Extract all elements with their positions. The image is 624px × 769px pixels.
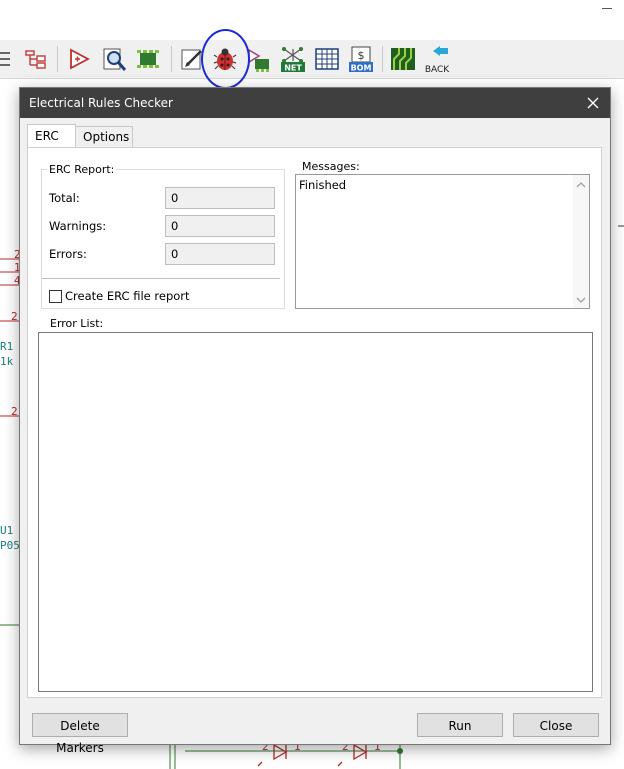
error-list[interactable] xyxy=(38,332,593,692)
svg-text:BOM: BOM xyxy=(351,64,372,73)
close-icon[interactable] xyxy=(582,92,604,114)
create-erc-file-checkbox[interactable] xyxy=(49,290,62,303)
minimize-mark xyxy=(602,8,612,9)
group-divider xyxy=(42,278,280,279)
delete-markers-button[interactable]: Delete Markers xyxy=(32,713,128,755)
chevron-down-icon[interactable] xyxy=(576,294,586,304)
tab-options[interactable]: Options xyxy=(75,126,133,148)
schematic-ref-label: R1 xyxy=(0,340,14,353)
close-button[interactable]: Close xyxy=(513,713,599,737)
errors-field: 0 xyxy=(165,243,275,265)
pcb-icon[interactable] xyxy=(389,45,417,73)
create-erc-file-label[interactable]: Create ERC file report xyxy=(65,289,190,303)
back-icon[interactable]: BACK xyxy=(423,45,451,75)
erc-dialog: Electrical Rules Checker ERC Options ERC… xyxy=(19,87,611,755)
schematic-value-label: 1k xyxy=(0,355,14,368)
bom-icon[interactable]: $ BOM xyxy=(347,45,375,73)
schematic-ref-label: U1 xyxy=(0,524,14,537)
total-label: Total: xyxy=(49,191,80,205)
toolbar-separator xyxy=(382,46,383,72)
total-field: 0 xyxy=(165,187,275,209)
dialog-title: Electrical Rules Checker xyxy=(29,96,173,110)
netlist-icon[interactable]: NET xyxy=(279,45,307,73)
errors-label: Errors: xyxy=(49,247,87,261)
main-toolbar: NET $ BOM BACK xyxy=(0,40,624,79)
messages-text: Finished xyxy=(299,178,347,192)
inspect-icon[interactable] xyxy=(100,45,128,73)
svg-text:BACK: BACK xyxy=(425,65,450,75)
dialog-titlebar[interactable]: Electrical Rules Checker xyxy=(20,88,610,118)
messages-scrollbar[interactable] xyxy=(573,175,589,308)
list-icon[interactable] xyxy=(0,45,22,73)
messages-label: Messages: xyxy=(302,160,360,173)
error-list-label: Error List: xyxy=(50,317,104,330)
toolbar-separator xyxy=(57,46,58,72)
svg-text:NET: NET xyxy=(284,64,302,73)
footprint-icon[interactable] xyxy=(134,45,162,73)
erc-report-label: ERC Report: xyxy=(47,163,117,176)
chevron-up-icon[interactable] xyxy=(576,179,586,189)
annotate-icon[interactable] xyxy=(66,45,94,73)
hierarchy-icon[interactable] xyxy=(23,45,51,73)
tab-erc[interactable]: ERC xyxy=(27,124,76,147)
schematic-pin-number: 2 xyxy=(11,310,18,323)
table-icon[interactable] xyxy=(313,45,341,73)
schematic-value-label: P05 xyxy=(0,539,20,552)
messages-textarea[interactable]: Finished xyxy=(295,174,590,309)
schematic-pin-number: 2 xyxy=(11,405,18,418)
erc-report-group: ERC Report: Total: 0 Warnings: 0 Errors:… xyxy=(41,163,285,309)
erc-tab-panel: ERC Report: Total: 0 Warnings: 0 Errors:… xyxy=(27,147,602,698)
warnings-label: Warnings: xyxy=(49,219,107,233)
svg-text:$: $ xyxy=(358,49,365,62)
run-button[interactable]: Run xyxy=(417,713,503,737)
toolbar-separator xyxy=(171,46,172,72)
warnings-field: 0 xyxy=(165,215,275,237)
